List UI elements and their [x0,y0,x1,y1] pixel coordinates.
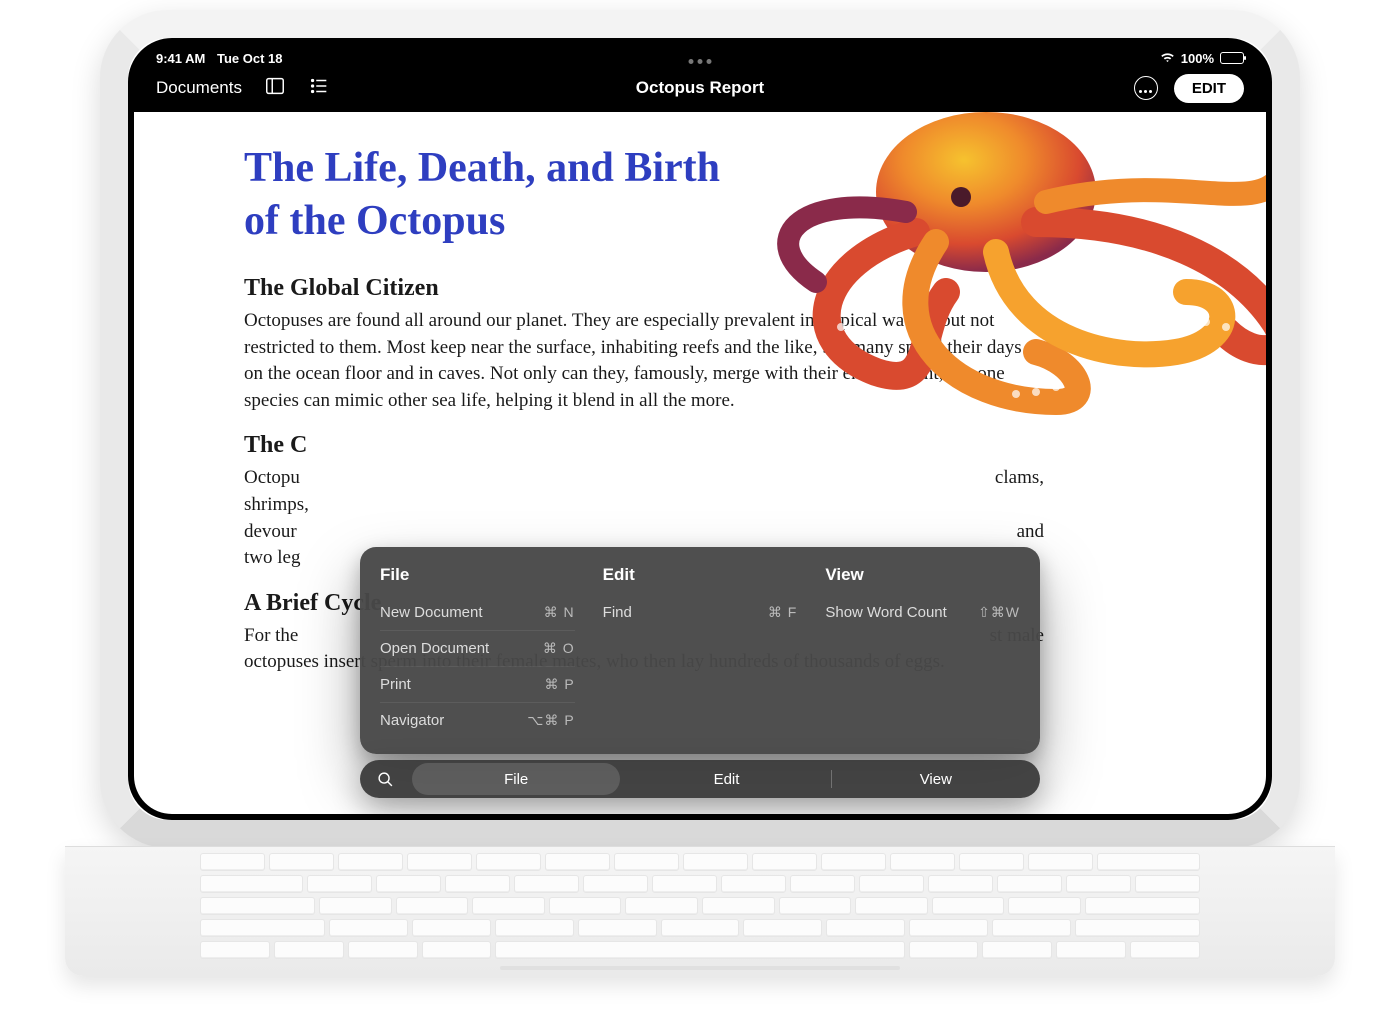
status-bar: 9:41 AM Tue Oct 18 100% [134,44,1266,68]
section-heading: The Global Citizen [244,275,1156,302]
tab-edit[interactable]: Edit [622,763,830,795]
section-heading-partial: The C [244,432,1156,459]
multitask-handle-icon[interactable] [687,52,714,67]
battery-icon [1220,52,1244,64]
status-time: 9:41 AM [156,51,205,66]
tab-file[interactable]: File [412,763,620,795]
shortcut-print[interactable]: Print ⌘ P [380,667,575,703]
shortcuts-column-title: File [380,565,575,585]
shortcuts-column-title: Edit [603,565,798,585]
shortcut-open-document[interactable]: Open Document ⌘ O [380,631,575,667]
document-title: Octopus Report [636,78,764,98]
shortcuts-file-column: File New Document ⌘ N Open Document ⌘ O … [380,565,575,738]
app-toolbar: Documents Octopus Report EDIT [134,68,1266,112]
shortcut-find[interactable]: Find ⌘ F [603,595,798,630]
status-date: Tue Oct 18 [217,51,283,66]
sidebar-toggle-icon[interactable] [264,75,286,102]
shortcuts-edit-column: Edit Find ⌘ F [603,565,798,738]
tab-view[interactable]: View [832,763,1040,795]
more-actions-button[interactable] [1134,76,1158,100]
edit-button[interactable]: EDIT [1174,74,1244,103]
shortcut-show-word-count[interactable]: Show Word Count ⇧⌘W [825,595,1020,630]
shortcuts-column-title: View [825,565,1020,585]
shortcut-navigator[interactable]: Navigator ⌥⌘ P [380,703,575,738]
battery-percent: 100% [1181,51,1214,66]
document-canvas[interactable]: The Life, Death, and Birth of the Octopu… [134,112,1266,814]
document-heading: The Life, Death, and Birth of the Octopu… [244,142,724,247]
keyboard-shortcuts-overlay: File New Document ⌘ N Open Document ⌘ O … [360,547,1040,754]
shortcuts-search-button[interactable] [360,771,410,788]
shortcut-new-document[interactable]: New Document ⌘ N [380,595,575,631]
shortcuts-view-column: View Show Word Count ⇧⌘W [825,565,1020,738]
section-body: Octopuses are found all around our plane… [244,308,1044,414]
magic-keyboard [65,846,1335,976]
shortcuts-tabbar: File Edit View [360,760,1040,798]
list-view-icon[interactable] [308,75,330,102]
wifi-icon [1160,51,1175,66]
back-documents-button[interactable]: Documents [156,78,242,98]
